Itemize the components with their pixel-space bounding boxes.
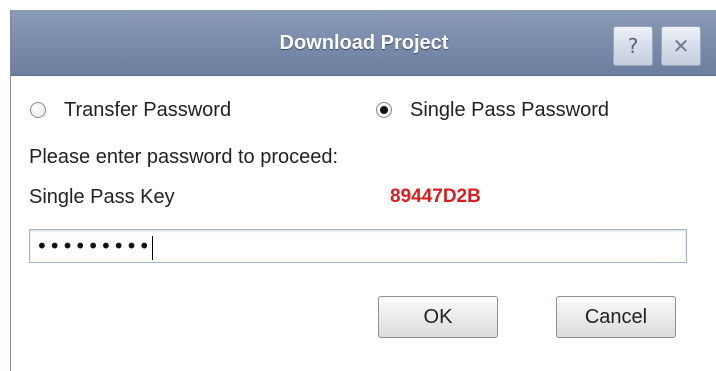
password-masked-text: ••••••••• [36,234,152,258]
transfer-password-label: Transfer Password [64,98,232,121]
single-pass-key-value: 89447D2B [390,186,481,207]
ok-button[interactable]: OK [378,296,498,338]
single-pass-key-label: Single Pass Key [29,186,175,208]
dialog-title: Download Project [279,32,449,54]
single-pass-password-option[interactable]: Single Pass Password [376,96,609,124]
transfer-password-option[interactable]: Transfer Password [30,96,231,124]
transfer-password-radio[interactable] [30,102,46,118]
question-mark-icon: ? [627,34,639,58]
help-button[interactable]: ? [613,26,653,66]
single-pass-password-label: Single Pass Password [410,98,609,121]
cancel-button[interactable]: Cancel [556,296,676,338]
text-caret [152,235,154,260]
title-bar: Download Project ? ✕ [11,10,716,76]
password-prompt: Please enter password to proceed: [29,146,339,168]
password-field[interactable]: ••••••••• [29,229,687,263]
close-icon: ✕ [672,34,690,58]
single-pass-password-radio[interactable] [376,102,392,118]
close-button[interactable]: ✕ [661,26,701,66]
